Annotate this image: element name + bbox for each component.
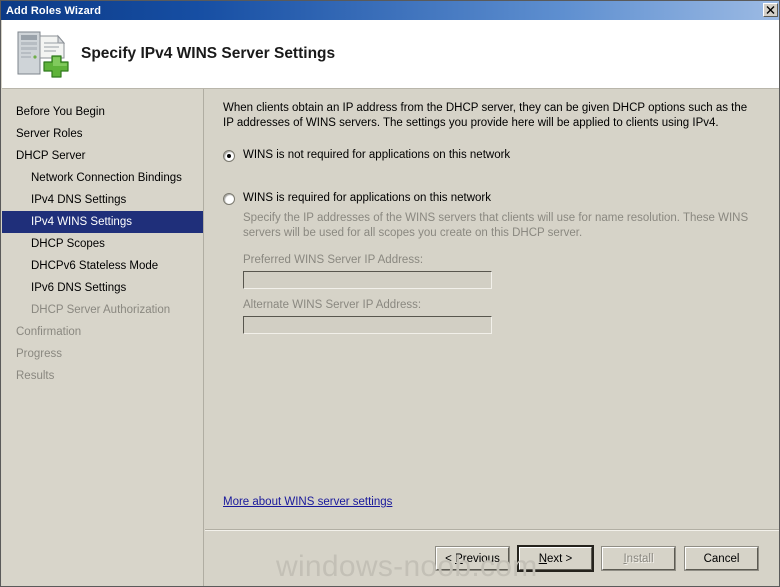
alternate-wins-input[interactable]: [243, 316, 492, 334]
preferred-wins-label: Preferred WINS Server IP Address:: [243, 254, 424, 266]
radio-wins-not-required-label: WINS is not required for applications on…: [243, 149, 511, 161]
more-about-wins-link[interactable]: More about WINS server settings: [223, 496, 392, 508]
sidebar-item-before-you-begin[interactable]: Before You Begin: [2, 101, 203, 123]
page-title: Specify IPv4 WINS Server Settings: [81, 45, 336, 62]
sidebar-item-progress: Progress: [16, 348, 63, 360]
radio-wins-not-required[interactable]: [223, 150, 235, 162]
sidebar-item-ipv6-dns-settings[interactable]: IPv6 DNS Settings: [2, 277, 203, 299]
footer-separator: [205, 529, 779, 531]
close-glyph: [766, 6, 775, 14]
sidebar-item-dhcp-server-authorization: DHCP Server Authorization: [31, 304, 171, 316]
wizard-content-pane: When clients obtain an IP address from t…: [205, 89, 779, 586]
sidebar-item-ipv4-wins-settings[interactable]: IPv4 WINS Settings: [2, 211, 203, 233]
wizard-body: Before You Begin Server Roles DHCP Serve…: [2, 89, 779, 586]
install-button: Install: [601, 546, 676, 571]
wizard-steps-sidebar: Before You Begin Server Roles DHCP Serve…: [2, 89, 204, 586]
radio-wins-not-required-row[interactable]: WINS is not required for applications on…: [223, 149, 510, 162]
alternate-wins-label: Alternate WINS Server IP Address:: [243, 299, 422, 311]
server-add-glyph: [17, 31, 69, 78]
sidebar-item-network-connection-bindings[interactable]: Network Connection Bindings: [2, 167, 203, 189]
intro-description: When clients obtain an IP address from t…: [223, 102, 748, 129]
cancel-button-label: Cancel: [703, 552, 740, 565]
window-title: Add Roles Wizard: [6, 4, 102, 17]
previous-button-label: < Previous: [445, 552, 500, 565]
sidebar-item-dhcp-server[interactable]: DHCP Server: [2, 145, 203, 167]
sidebar-item-ipv4-dns-settings[interactable]: IPv4 DNS Settings: [2, 189, 203, 211]
next-button[interactable]: Next >: [517, 545, 594, 572]
cancel-button[interactable]: Cancel: [684, 546, 759, 571]
add-roles-wizard-window: Add Roles Wizard Specify IPv4 WINS Serve…: [0, 0, 780, 587]
install-button-label: Install: [623, 552, 654, 565]
radio-wins-required-description: Specify the IP addresses of the WINS ser…: [243, 212, 749, 239]
server-add-icon: [14, 26, 72, 82]
wizard-button-bar: < Previous Next > Install Cancel: [205, 545, 779, 572]
wizard-header: Specify IPv4 WINS Server Settings: [2, 20, 779, 89]
sidebar-item-dhcpv6-stateless-mode[interactable]: DHCPv6 Stateless Mode: [2, 255, 203, 277]
preferred-wins-input[interactable]: [243, 271, 492, 289]
radio-wins-required-label: WINS is required for applications on thi…: [243, 192, 491, 204]
title-bar: Add Roles Wizard: [1, 1, 779, 20]
sidebar-item-results: Results: [16, 370, 55, 382]
close-icon[interactable]: [763, 3, 778, 17]
sidebar-item-server-roles[interactable]: Server Roles: [2, 123, 203, 145]
sidebar-item-confirmation: Confirmation: [16, 326, 82, 338]
sidebar-item-dhcp-scopes[interactable]: DHCP Scopes: [2, 233, 203, 255]
next-button-label: Next >: [538, 552, 573, 565]
previous-button[interactable]: < Previous: [435, 546, 510, 571]
radio-wins-required-row[interactable]: WINS is required for applications on thi…: [223, 192, 491, 205]
radio-wins-required[interactable]: [223, 193, 235, 205]
